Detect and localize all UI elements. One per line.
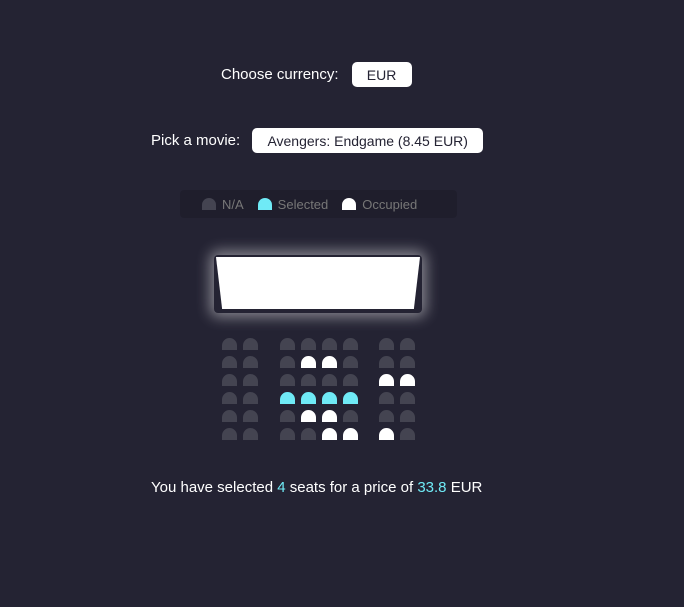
seat-na[interactable] — [400, 428, 415, 440]
selected-count: 4 — [277, 479, 286, 496]
seat-na[interactable] — [343, 410, 358, 422]
seat-na[interactable] — [343, 356, 358, 368]
seat-occupied — [343, 428, 358, 440]
seat-na[interactable] — [243, 338, 258, 350]
seat-na[interactable] — [243, 374, 258, 386]
seat-na[interactable] — [222, 428, 237, 440]
seat-na[interactable] — [222, 374, 237, 386]
seat-na[interactable] — [222, 392, 237, 404]
seat-selected[interactable] — [322, 392, 337, 404]
seat-na[interactable] — [301, 374, 316, 386]
seat-selected[interactable] — [343, 392, 358, 404]
currency-label: Choose currency: — [221, 66, 339, 83]
currency-select[interactable]: EUR — [351, 62, 412, 87]
seat-na[interactable] — [379, 338, 394, 350]
total-price: 33.8 — [417, 479, 447, 496]
movie-label: Pick a movie: — [151, 132, 241, 149]
seat-na[interactable] — [379, 356, 394, 368]
seat-selected[interactable] — [301, 392, 316, 404]
summary-middle: seats for a price of — [289, 479, 414, 496]
seat-na[interactable] — [301, 338, 316, 350]
seat-occupied — [322, 428, 337, 440]
seat-occupied — [400, 374, 415, 386]
seat-na-icon — [202, 198, 216, 210]
movie-control: Pick a movie: Avengers: Endgame (8.45 EU… — [151, 128, 484, 153]
seat-na[interactable] — [222, 338, 237, 350]
currency-control: Choose currency: EUR — [221, 62, 412, 87]
movie-select[interactable]: Avengers: Endgame (8.45 EUR) — [252, 128, 484, 153]
seat-selected-icon — [257, 198, 272, 210]
seat-na[interactable] — [400, 410, 415, 422]
cinema-screen — [216, 257, 420, 309]
seat-na[interactable] — [243, 356, 258, 368]
legend-label-selected: Selected — [277, 196, 329, 212]
legend-item-occupied: Occupied — [342, 197, 417, 212]
legend-label-occupied: Occupied — [362, 196, 418, 212]
seat-na[interactable] — [222, 356, 237, 368]
legend-item-na: N/A — [202, 197, 244, 212]
seat-occupied — [379, 374, 394, 386]
seat-na[interactable] — [280, 410, 295, 422]
seat-na[interactable] — [280, 356, 295, 368]
seat-occupied — [379, 428, 394, 440]
seat-na[interactable] — [322, 374, 337, 386]
seat-na[interactable] — [280, 428, 295, 440]
seat-occupied — [322, 410, 337, 422]
seat-na[interactable] — [400, 338, 415, 350]
seat-legend: N/A Selected Occupied — [180, 190, 457, 218]
seat-occupied — [301, 410, 316, 422]
seat-na[interactable] — [322, 338, 337, 350]
seat-na[interactable] — [343, 374, 358, 386]
seat-na[interactable] — [280, 374, 295, 386]
seat-na[interactable] — [222, 410, 237, 422]
seat-na[interactable] — [400, 392, 415, 404]
seat-na[interactable] — [280, 338, 295, 350]
legend-label-na: N/A — [222, 196, 244, 212]
seat-selected[interactable] — [280, 392, 295, 404]
seat-na[interactable] — [343, 338, 358, 350]
seat-na[interactable] — [400, 356, 415, 368]
seat-occupied — [322, 356, 337, 368]
seat-na[interactable] — [379, 392, 394, 404]
seat-na[interactable] — [379, 410, 394, 422]
seat-occupied — [301, 356, 316, 368]
seat-na[interactable] — [243, 410, 258, 422]
seat-na[interactable] — [243, 392, 258, 404]
summary-prefix: You have selected — [151, 479, 274, 496]
seat-na[interactable] — [301, 428, 316, 440]
seat-na[interactable] — [243, 428, 258, 440]
seat-occupied-icon — [342, 198, 357, 210]
legend-item-selected: Selected — [257, 196, 329, 212]
summary-currency: EUR — [450, 479, 483, 496]
selection-summary: You have selected 4 seats for a price of… — [151, 479, 482, 496]
